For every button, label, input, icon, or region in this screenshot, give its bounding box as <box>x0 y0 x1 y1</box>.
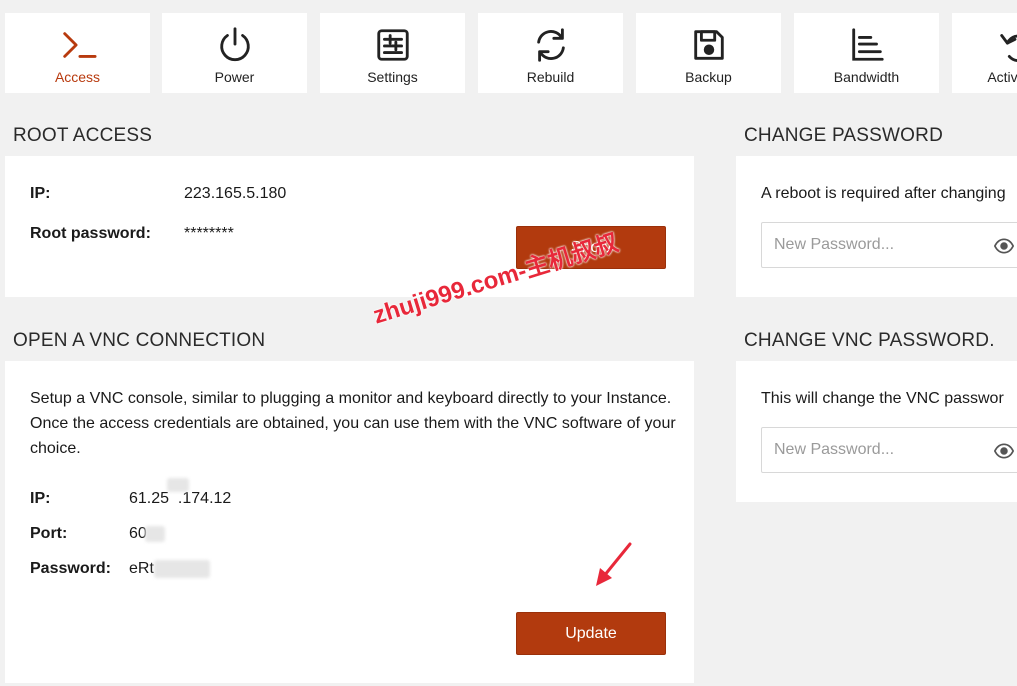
root-access-card: IP: 223.165.5.180 Root password: *******… <box>5 156 694 297</box>
server-toolbar: Access Power Settings Rebuild Backup Ban… <box>0 0 1017 100</box>
tab-power-label: Power <box>214 69 255 85</box>
root-password-row: Root password: ******** <box>30 225 234 243</box>
redaction-blur <box>167 478 189 492</box>
change-password-title: CHANGE PASSWORD <box>744 125 944 146</box>
vnc-title: OPEN A VNC CONNECTION <box>13 330 266 351</box>
settings-icon <box>373 25 413 65</box>
tab-bandwidth-label: Bandwidth <box>833 69 900 85</box>
vnc-description-1: Setup a VNC console, similar to plugging… <box>30 390 672 407</box>
root-ip-value: 223.165.5.180 <box>184 185 287 202</box>
tab-activity[interactable]: Activ <box>952 13 1017 93</box>
vnc-ip-row: IP: 61.25 .174.12 <box>30 478 231 508</box>
root-password-label: Root password: <box>30 225 151 242</box>
change-vnc-password-card: This will change the VNC passwor <box>736 361 1017 502</box>
root-access-title: ROOT ACCESS <box>13 125 153 146</box>
redaction-blur <box>154 560 210 578</box>
power-icon <box>215 25 255 65</box>
tab-access-label: Access <box>54 69 101 85</box>
vnc-password-value: eRt <box>129 560 154 577</box>
server-access-page: Access Power Settings Rebuild Backup Ban… <box>0 0 1017 686</box>
vnc-port-row: Port: 60 <box>30 525 165 543</box>
tab-settings-label: Settings <box>367 69 418 85</box>
root-password-value: ******** <box>184 225 234 242</box>
tab-backup-label: Backup <box>685 69 732 85</box>
terminal-icon <box>58 25 98 65</box>
rebuild-icon <box>531 25 571 65</box>
activity-icon <box>995 25 1017 65</box>
vnc-password-label: Password: <box>30 560 111 577</box>
update-vnc-button[interactable]: Update <box>516 612 666 655</box>
root-ip-row: IP: 223.165.5.180 <box>30 185 286 203</box>
tab-backup[interactable]: Backup <box>636 13 781 93</box>
bar-chart-icon <box>847 25 887 65</box>
tab-activity-label: Activ <box>987 69 1017 85</box>
root-ip-label: IP: <box>30 185 51 202</box>
new-password-input[interactable] <box>762 236 1017 254</box>
new-vnc-password-field[interactable] <box>761 427 1017 473</box>
vnc-description-2: Once the access credentials are obtained… <box>30 415 676 457</box>
tab-rebuild-label: Rebuild <box>526 69 575 85</box>
save-icon <box>689 25 729 65</box>
vnc-ip-value: 61.25 .174.12 <box>129 490 232 507</box>
tab-settings[interactable]: Settings <box>320 13 465 93</box>
eye-icon[interactable] <box>994 236 1014 256</box>
change-password-note: A reboot is required after changing <box>761 185 1006 202</box>
tab-bandwidth[interactable]: Bandwidth <box>794 13 939 93</box>
tab-power[interactable]: Power <box>162 13 307 93</box>
tab-rebuild[interactable]: Rebuild <box>478 13 623 93</box>
change-vnc-password-note: This will change the VNC passwor <box>761 390 1004 407</box>
redaction-blur <box>145 526 165 542</box>
new-password-field[interactable] <box>761 222 1017 268</box>
tab-access[interactable]: Access <box>5 13 150 93</box>
vnc-port-label: Port: <box>30 525 68 542</box>
vnc-password-row: Password: eRt <box>30 560 210 578</box>
vnc-card: Setup a VNC console, similar to plugging… <box>5 361 694 683</box>
new-vnc-password-input[interactable] <box>762 441 1017 459</box>
vnc-ip-label: IP: <box>30 490 51 507</box>
eye-icon[interactable] <box>994 441 1014 461</box>
annotation-arrow-icon <box>596 542 632 586</box>
change-vnc-password-title: CHANGE VNC PASSWORD. <box>744 330 995 351</box>
change-password-card: A reboot is required after changing <box>736 156 1017 297</box>
